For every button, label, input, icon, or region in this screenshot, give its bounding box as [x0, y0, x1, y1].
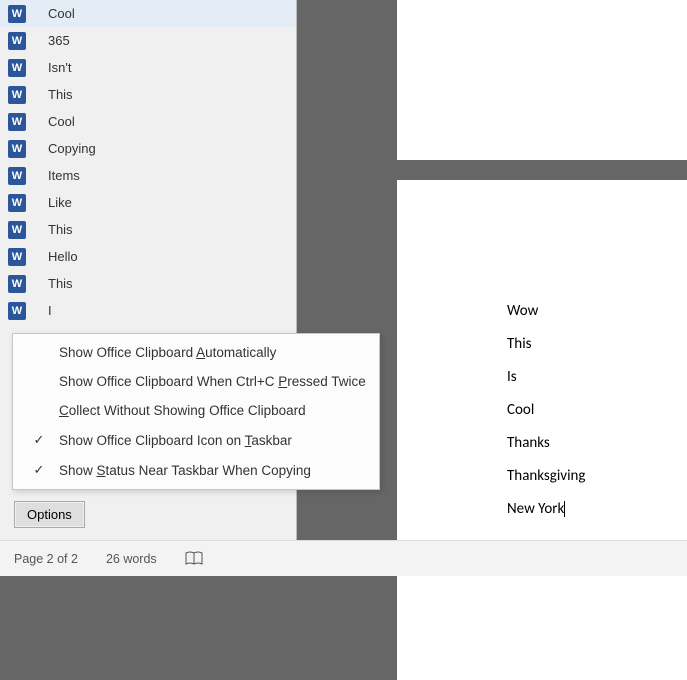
- word-icon: W: [8, 221, 26, 239]
- clipboard-item-text: Cool: [48, 114, 75, 129]
- word-icon: W: [8, 302, 26, 320]
- clipboard-item[interactable]: W This: [0, 81, 296, 108]
- menu-item-label: Show Status Near Taskbar When Copying: [59, 463, 373, 478]
- menu-item-label: Collect Without Showing Office Clipboard: [59, 403, 373, 418]
- document-page-1[interactable]: This: [397, 0, 687, 160]
- clipboard-item-text: This: [48, 87, 73, 102]
- clipboard-item-text: Isn't: [48, 60, 71, 75]
- clipboard-item[interactable]: W Cool: [0, 0, 296, 27]
- clipboard-item[interactable]: W Copying: [0, 135, 296, 162]
- word-icon: W: [8, 86, 26, 104]
- word-icon: W: [8, 59, 26, 77]
- clipboard-item[interactable]: W Hello: [0, 243, 296, 270]
- word-icon: W: [8, 32, 26, 50]
- clipboard-item[interactable]: W Like: [0, 189, 296, 216]
- word-icon: W: [8, 275, 26, 293]
- clipboard-item-text: Cool: [48, 6, 75, 21]
- clipboard-item[interactable]: WI: [0, 297, 296, 324]
- menu-item-label: Show Office Clipboard When Ctrl+C Presse…: [59, 374, 373, 389]
- status-word-count[interactable]: 26 words: [106, 552, 157, 566]
- document-line[interactable]: This: [507, 328, 687, 361]
- status-bar: Page 2 of 2 26 words: [0, 540, 687, 576]
- clipboard-item[interactable]: W Isn't: [0, 54, 296, 81]
- options-menu-item[interactable]: ✓Show Office Clipboard Icon on Taskbar: [13, 425, 379, 455]
- options-menu-item[interactable]: Collect Without Showing Office Clipboard: [13, 396, 379, 425]
- clipboard-item-text: Copying: [48, 141, 96, 156]
- clipboard-item[interactable]: W This: [0, 216, 296, 243]
- clipboard-item-text: Hello: [48, 249, 78, 264]
- clipboard-item[interactable]: W Cool: [0, 108, 296, 135]
- document-line[interactable]: Thanks: [507, 427, 687, 460]
- checkmark-icon: ✓: [19, 462, 59, 478]
- word-icon: W: [8, 194, 26, 212]
- clipboard-item[interactable]: W 365: [0, 27, 296, 54]
- word-icon: W: [8, 113, 26, 131]
- document-line[interactable]: Wow: [507, 295, 687, 328]
- menu-item-label: Show Office Clipboard Automatically: [59, 345, 373, 360]
- document-line[interactable]: Is: [507, 361, 687, 394]
- clipboard-item-text: This: [48, 276, 73, 291]
- document-line[interactable]: Thanksgiving: [507, 460, 687, 493]
- document-page-2[interactable]: WowThisIsCoolThanksThanksgivingNew York: [397, 180, 687, 680]
- clipboard-item[interactable]: W Items: [0, 162, 296, 189]
- word-icon: W: [8, 248, 26, 266]
- clipboard-item-text: I: [48, 303, 52, 318]
- proofing-icon[interactable]: [185, 551, 203, 567]
- clipboard-item[interactable]: W This: [0, 270, 296, 297]
- options-menu-item[interactable]: Show Office Clipboard When Ctrl+C Presse…: [13, 367, 379, 396]
- clipboard-list: WCoolW365WIsn'tWThisWCoolWCopyingWItemsW…: [0, 0, 296, 324]
- menu-item-label: Show Office Clipboard Icon on Taskbar: [59, 433, 373, 448]
- options-menu: Show Office Clipboard Automatically Show …: [12, 333, 380, 490]
- options-menu-item[interactable]: Show Office Clipboard Automatically: [13, 338, 379, 367]
- checkmark-icon: ✓: [19, 432, 59, 448]
- document-line[interactable]: Cool: [507, 394, 687, 427]
- clipboard-item-text: 365: [48, 33, 70, 48]
- document-line[interactable]: New York: [507, 493, 687, 526]
- word-icon: W: [8, 167, 26, 185]
- clipboard-item-text: This: [48, 222, 73, 237]
- clipboard-item-text: Items: [48, 168, 80, 183]
- word-icon: W: [8, 5, 26, 23]
- status-page-info[interactable]: Page 2 of 2: [14, 552, 78, 566]
- word-icon: W: [8, 140, 26, 158]
- options-button[interactable]: Options: [14, 501, 85, 528]
- clipboard-item-text: Like: [48, 195, 72, 210]
- options-menu-item[interactable]: ✓Show Status Near Taskbar When Copying: [13, 455, 379, 485]
